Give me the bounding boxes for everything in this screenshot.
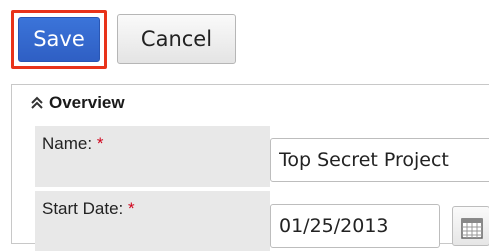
name-label-cell: Name: * — [35, 126, 270, 187]
required-marker: * — [128, 199, 135, 218]
double-chevron-up-icon — [30, 95, 44, 111]
cancel-button[interactable]: Cancel — [117, 14, 236, 64]
calendar-button[interactable] — [452, 206, 489, 246]
required-marker: * — [96, 134, 104, 153]
panel-title: Overview — [49, 93, 125, 112]
name-label: Name: — [42, 134, 93, 153]
start-date-label-cell: Start Date: * — [35, 191, 270, 251]
start-date-label: Start Date: — [42, 199, 124, 218]
calendar-icon — [461, 218, 483, 239]
save-button[interactable]: Save — [18, 17, 100, 62]
start-date-field[interactable] — [270, 204, 440, 248]
overview-panel: Overview Name: * Start Date: * — [11, 84, 489, 251]
overview-panel-toggle[interactable]: Overview — [30, 91, 125, 115]
name-field[interactable] — [270, 138, 489, 182]
